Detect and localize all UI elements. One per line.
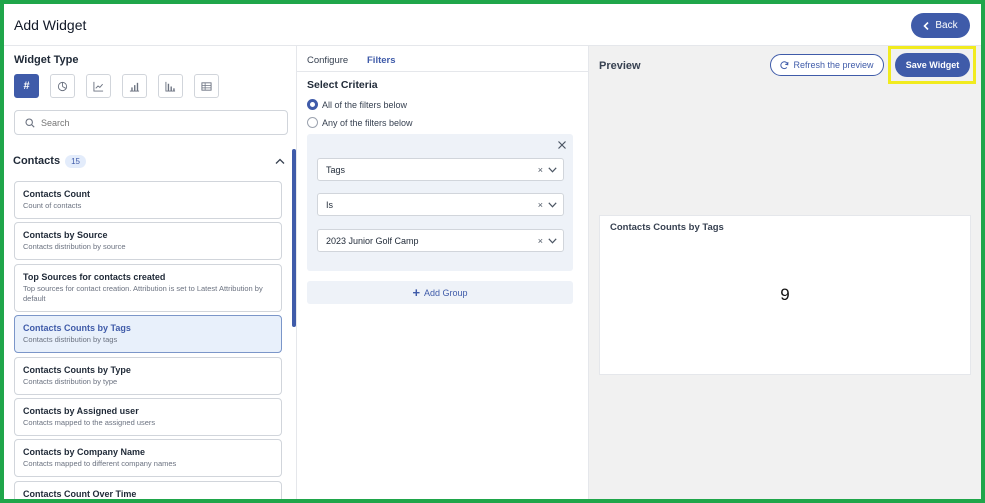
radio-any-filters[interactable]: Any of the filters below [307,117,413,128]
refresh-label: Refresh the preview [793,60,874,70]
widget-preview-card: Contacts Counts by Tags 9 [599,215,971,375]
widget-item-title: Contacts by Assigned user [23,406,139,416]
search-input[interactable] [41,117,261,128]
widget-type-icons: # [14,74,219,98]
header-bar: Add Widget Back [4,4,981,46]
search-icon [25,117,35,128]
add-group-label: Add Group [424,287,468,298]
preview-card-value: 9 [780,285,790,304]
refresh-preview-button[interactable]: Refresh the preview [770,54,884,76]
widget-item-contacts-by-source[interactable]: Contacts by Source Contacts distribution… [14,222,282,260]
widget-type-panel: Widget Type # Co [4,46,297,499]
tab-filters[interactable]: Filters [367,55,396,66]
refresh-icon [780,60,789,69]
hash-icon: # [23,80,30,92]
filter-value-text: 2023 Junior Golf Camp [326,235,419,246]
widget-item-desc: Contacts distribution by type [23,377,118,386]
contacts-group-header[interactable]: Contacts 15 [13,152,285,170]
filter-operator-value: Is [326,199,334,210]
widget-item-contacts-by-tags[interactable]: Contacts Counts by Tags Contacts distrib… [14,315,282,353]
widget-item-title: Contacts Count Over Time [23,489,137,499]
radio-all-label: All of the filters below [322,99,408,110]
widget-item-title: Contacts by Company Name [23,447,146,457]
save-widget-button[interactable]: Save Widget [895,53,970,77]
radio-all-filters[interactable]: All of the filters below [307,99,407,110]
type-table-button[interactable] [194,74,219,98]
chevron-down-icon [548,238,557,244]
widget-item-title: Contacts Counts by Tags [23,323,131,333]
app-frame: Add Widget Back Widget Type # Search Con… [0,0,985,503]
page-title: Add Widget [14,17,87,33]
tab-configure[interactable]: Configure [307,55,348,66]
filter-group: Tags × Is × 2023 Junior Golf Camp × [307,134,573,271]
group-name: Contacts [13,155,61,167]
widget-item-desc: Contacts mapped to different company nam… [23,459,177,468]
widget-item-title: Contacts Count [23,189,90,199]
filter-operator-select[interactable]: Is × [317,193,564,216]
widget-item-contacts-by-type[interactable]: Contacts Counts by Type Contacts distrib… [14,357,282,395]
select-criteria-heading: Select Criteria [307,79,378,91]
filter-value-select[interactable]: 2023 Junior Golf Camp × [317,229,564,252]
widget-search-field[interactable] [14,110,288,135]
radio-selected-icon [307,99,318,110]
clear-icon[interactable]: × [538,200,543,210]
bar-chart-icon [129,82,140,92]
type-number-button[interactable]: # [14,74,39,98]
chevron-up-icon[interactable] [275,157,285,165]
filter-field-select[interactable]: Tags × [317,158,564,181]
group-count-badge: 15 [65,154,86,168]
add-group-button[interactable]: + Add Group [307,281,573,304]
widget-item-contacts-by-assigned-user[interactable]: Contacts by Assigned user Contacts mappe… [14,398,282,436]
widget-item-desc: Contacts distribution by tags [23,335,118,344]
chevron-down-icon [548,202,557,208]
widget-item-title: Top Sources for contacts created [23,272,166,282]
close-icon[interactable] [557,140,567,150]
widget-item-desc: Contacts mapped to the assigned users [23,418,156,427]
preview-heading: Preview [599,60,641,72]
histogram-icon [165,81,176,92]
clear-icon[interactable]: × [538,165,543,175]
type-bar-button[interactable] [122,74,147,98]
chevron-down-icon [548,167,557,173]
pie-chart-icon [57,81,68,91]
chevron-left-icon [923,21,929,30]
filters-panel: Configure Filters Select Criteria All of… [297,46,589,499]
clear-icon[interactable]: × [538,236,543,246]
preview-card-title: Contacts Counts by Tags [610,222,724,233]
config-tabs: Configure Filters [297,46,588,72]
widget-item-title: Contacts by Source [23,230,108,240]
filter-field-value: Tags [326,164,346,175]
widget-item-title: Contacts Counts by Type [23,365,131,375]
widget-item-contacts-count-over-time[interactable]: Contacts Count Over Time [14,481,282,499]
widget-item-desc: Count of contacts [23,201,82,210]
back-button[interactable]: Back [911,13,970,38]
list-scrollbar[interactable] [292,149,296,327]
table-icon [201,81,212,91]
radio-unselected-icon [307,117,318,128]
type-histogram-button[interactable] [158,74,183,98]
widget-item-contacts-by-company[interactable]: Contacts by Company Name Contacts mapped… [14,439,282,477]
widget-item-contacts-count[interactable]: Contacts Count Count of contacts [14,181,282,219]
widget-item-top-sources[interactable]: Top Sources for contacts created Top sou… [14,264,282,312]
preview-panel: Preview Refresh the preview Save Widget … [589,46,981,499]
type-line-button[interactable] [86,74,111,98]
plus-icon: + [412,284,421,300]
widget-item-desc: Top sources for contact creation. Attrib… [23,284,263,303]
widget-type-heading: Widget Type [14,54,79,66]
type-pie-button[interactable] [50,74,75,98]
back-button-label: Back [935,20,958,31]
radio-any-label: Any of the filters below [322,117,413,128]
widget-item-desc: Contacts distribution by source [23,242,126,251]
line-chart-icon [93,81,104,92]
